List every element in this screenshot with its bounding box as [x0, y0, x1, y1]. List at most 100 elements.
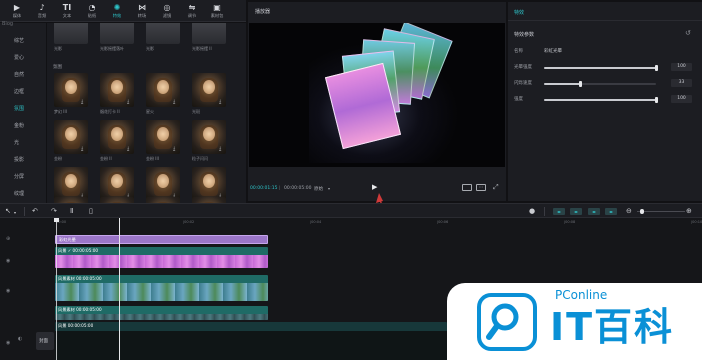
param-value-input[interactable]: 33 — [671, 79, 692, 87]
slider-knob[interactable] — [654, 65, 658, 71]
toolbar-tab-sticker[interactable]: ◔ 贴纸 — [80, 2, 104, 21]
effect-thumbnail[interactable]: ⤓ — [192, 120, 226, 154]
playhead-head[interactable] — [54, 218, 59, 222]
sidebar-item[interactable]: 自然 — [14, 71, 24, 78]
delete-icon[interactable]: ▯ — [89, 206, 93, 216]
slider-knob[interactable] — [579, 81, 583, 87]
ratio-dropdown[interactable]: 原始 — [314, 186, 323, 192]
download-icon[interactable]: ⤓ — [173, 100, 178, 105]
sidebar-item[interactable]: 综艺 — [14, 37, 24, 44]
effect-thumbnail[interactable]: ⤓ — [100, 120, 134, 154]
toolbar-tab-text[interactable]: TI 文本 — [55, 2, 79, 21]
effect-thumbnail[interactable] — [146, 23, 180, 44]
effect-thumbnail[interactable]: ⤓ — [192, 73, 226, 107]
zoom-in-icon[interactable]: ⊕ — [686, 206, 692, 216]
effect-thumbnail[interactable]: ⤓ — [54, 73, 88, 107]
sidebar-item[interactable]: 投影 — [14, 156, 24, 163]
download-icon[interactable]: ⤓ — [219, 147, 224, 152]
sidebar-item[interactable]: 氛围 — [14, 105, 24, 112]
effect-label: 星火 — [146, 109, 154, 114]
effect-thumbnail[interactable]: ⤓ — [146, 73, 180, 107]
video-clip-frames — [55, 314, 268, 320]
video-clip[interactable]: 风景 ✓ 00:00:05:00 — [55, 247, 268, 268]
media-icon: ▶ — [13, 3, 21, 12]
zoom-slider[interactable] — [637, 211, 685, 212]
redo-icon[interactable]: ↷ — [51, 206, 57, 216]
effect-clip[interactable]: 彩虹光晕 — [55, 235, 268, 244]
track-visibility-icon[interactable]: ◉ — [6, 288, 10, 294]
param-label: 光晕强度 — [514, 65, 532, 70]
toolbar-tab-filter[interactable]: ◎ 滤镜 — [155, 2, 179, 21]
download-icon[interactable]: ⤓ — [81, 100, 86, 105]
download-icon[interactable]: ⤓ — [219, 100, 224, 105]
toolbar-tab-adjust[interactable]: ⇋ 调节 — [180, 2, 204, 21]
ruler-tick: |00:04 — [310, 220, 322, 224]
toolbar-tab-media[interactable]: ▶ 媒体 — [5, 2, 29, 21]
sidebar-item[interactable]: 纹理 — [14, 190, 24, 197]
main-track-clip[interactable]: 风景 00:00:05:00 — [55, 322, 447, 360]
toolbar-tab-audio[interactable]: ♪ 音频 — [30, 2, 54, 21]
effect-thumbnail[interactable] — [54, 23, 88, 44]
toolbar-tab-effects[interactable]: ✺ 特效 — [105, 2, 129, 21]
track-lock-icon[interactable]: ⊕ — [6, 236, 10, 242]
effect-thumbnail[interactable]: ⤓ — [192, 167, 226, 201]
effects-icon: ✺ — [113, 3, 121, 12]
track-visibility-icon[interactable]: ◉ — [6, 340, 10, 346]
ratio-icon[interactable]: ::: — [476, 184, 486, 191]
magnet-icon[interactable]: ◂▸ — [605, 208, 617, 215]
download-icon[interactable]: ⤓ — [127, 147, 132, 152]
player-preview[interactable] — [249, 23, 505, 167]
download-icon[interactable]: ⤓ — [127, 100, 132, 105]
effect-thumbnail[interactable]: ⤓ — [100, 73, 134, 107]
sidebar-item[interactable]: 分屏 — [14, 173, 24, 180]
ruler-tick: |00:08 — [564, 220, 576, 224]
param-value-input[interactable]: 100 — [671, 95, 692, 103]
effect-thumbnail[interactable]: ⤓ — [54, 167, 88, 201]
undo-icon[interactable]: ↶ — [32, 206, 38, 216]
preview-axis-icon[interactable]: ◂▸ — [588, 208, 600, 215]
fit-screen-icon[interactable] — [462, 184, 472, 191]
zoom-slider-knob[interactable] — [640, 209, 644, 214]
sidebar-item[interactable]: 光 — [14, 139, 19, 146]
sidebar-item-partial[interactable]: Blog — [2, 21, 13, 27]
properties-panel: 特效 特效参数 ↺ 名称 彩虹光晕 光晕强度 100 闪烁速度 33 强度 100 — [508, 2, 702, 201]
toolbar-tab-package[interactable]: ▣ 素材包 — [205, 2, 229, 21]
sidebar-item[interactable]: 金粉 — [14, 122, 24, 129]
param-value-input[interactable]: 100 — [671, 63, 692, 71]
timeline-ruler[interactable]: 00:00 |00:02 |00:04 |00:06 |00:08 |00:10 — [50, 218, 702, 226]
reset-icon[interactable]: ↺ — [685, 29, 691, 37]
param-slider[interactable] — [544, 65, 658, 71]
split-icon[interactable]: Ⅱ — [70, 206, 73, 216]
auto-snap-icon[interactable]: ◂▸ — [553, 208, 565, 215]
slider-knob[interactable] — [654, 97, 658, 103]
select-cursor-icon[interactable]: ↖ — [5, 206, 11, 216]
playhead[interactable] — [119, 218, 120, 360]
effect-thumbnail[interactable]: ⤓ — [146, 167, 180, 201]
download-icon[interactable]: ⤓ — [81, 147, 86, 152]
param-slider[interactable] — [544, 81, 656, 87]
audio-toggle-icon[interactable]: ◐ — [18, 336, 22, 342]
chevron-down-icon[interactable]: ▾ — [14, 208, 16, 218]
effect-thumbnail[interactable]: ⤓ — [100, 167, 134, 201]
fullscreen-icon[interactable]: ⤢ — [493, 183, 499, 192]
microphone-icon[interactable]: ● — [529, 206, 535, 216]
effect-thumbnail[interactable]: ⤓ — [146, 120, 180, 154]
cover-button[interactable]: 封面 — [36, 332, 54, 350]
properties-tab-title[interactable]: 特效 — [514, 9, 524, 16]
effect-thumbnail[interactable] — [100, 23, 134, 44]
effect-name-label: 名称 — [514, 49, 523, 54]
track-visibility-icon[interactable]: ◉ — [6, 258, 10, 264]
param-slider[interactable] — [544, 97, 658, 103]
effect-thumbnail[interactable]: ⤓ — [54, 120, 88, 154]
zoom-out-icon[interactable]: ⊖ — [626, 206, 632, 216]
effect-thumbnail[interactable] — [192, 23, 226, 44]
grid-section-title: 氛围 — [53, 65, 62, 70]
chevron-down-icon[interactable]: ▾ — [328, 186, 330, 191]
video-clip[interactable]: 风景素材 00:00:05:00 — [55, 275, 268, 301]
toolbar-tab-transition[interactable]: ⋈ 转场 — [130, 2, 154, 21]
download-icon[interactable]: ⤓ — [173, 147, 178, 152]
sidebar-item[interactable]: 边框 — [14, 88, 24, 95]
link-icon[interactable]: ◂▸ — [570, 208, 582, 215]
sidebar-item[interactable]: 爱心 — [14, 54, 24, 61]
video-clip[interactable]: 风景素材 00:00:05:00 — [55, 306, 268, 320]
